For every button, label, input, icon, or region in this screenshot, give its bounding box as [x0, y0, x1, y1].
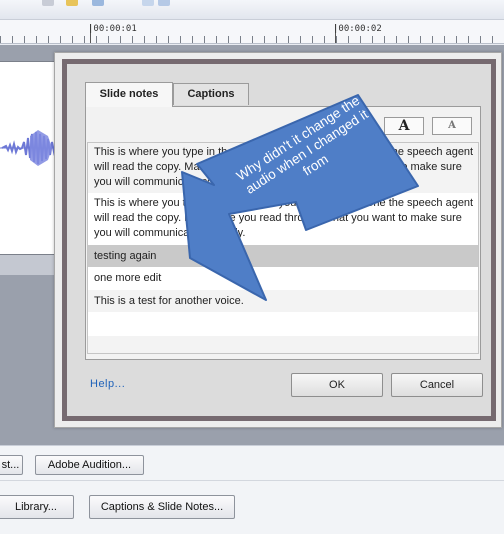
track-strip: [0, 255, 60, 275]
note-row[interactable]: one more edit: [88, 267, 478, 289]
toolbar-icon[interactable]: [142, 0, 154, 6]
ok-button[interactable]: OK: [291, 373, 383, 397]
partial-button[interactable]: st...: [0, 455, 23, 475]
dialog-frame: Slide notes Captions A A This is where y…: [62, 59, 496, 421]
captions-slide-notes-button[interactable]: Captions & Slide Notes...: [89, 495, 235, 519]
ruler-time-label: |00:00:01: [88, 24, 137, 34]
note-text-line: This is where you type in the copy for y…: [94, 197, 474, 209]
cancel-button[interactable]: Cancel: [391, 373, 483, 397]
toolbar-icon[interactable]: [92, 0, 104, 6]
note-row-empty[interactable]: [88, 313, 478, 335]
adobe-audition-button[interactable]: Adobe Audition...: [35, 455, 144, 475]
divider: [0, 480, 504, 481]
library-button[interactable]: Library...: [0, 495, 74, 519]
note-row-empty[interactable]: [88, 336, 478, 353]
tab-slide-notes[interactable]: Slide notes: [85, 82, 173, 107]
help-link[interactable]: Help...: [90, 378, 125, 390]
note-text-line: one more edit: [94, 272, 162, 284]
tab-captions[interactable]: Captions: [173, 83, 249, 105]
note-text-line: will read the copy. Make sure you read t…: [94, 212, 462, 224]
ruler-ticks: [0, 36, 504, 43]
timeline-ruler: |00:00:01 |00:00:02: [0, 20, 504, 44]
note-text-line: you will communicate correctly.: [94, 227, 246, 239]
note-row[interactable]: This is where you type in the copy for y…: [88, 194, 478, 244]
text-format-button[interactable]: A: [432, 117, 472, 135]
bottom-panel: st... Adobe Audition... Library... Capti…: [0, 445, 504, 534]
toolbar-icon[interactable]: [42, 0, 54, 6]
audio-waveform[interactable]: [0, 61, 60, 255]
ruler-time-label: |00:00:02: [333, 24, 382, 34]
top-toolbar: [0, 0, 504, 20]
note-row-selected[interactable]: testing again: [88, 245, 478, 267]
note-text-line: testing again: [94, 250, 157, 262]
text-format-button[interactable]: A: [384, 117, 424, 135]
note-text-line: This is a test for another voice.: [94, 295, 244, 307]
note-row[interactable]: This is a test for another voice.: [88, 290, 478, 312]
folder-icon[interactable]: [66, 0, 78, 6]
toolbar-icon[interactable]: [158, 0, 170, 6]
slide-notes-dialog: Slide notes Captions A A This is where y…: [54, 52, 502, 428]
